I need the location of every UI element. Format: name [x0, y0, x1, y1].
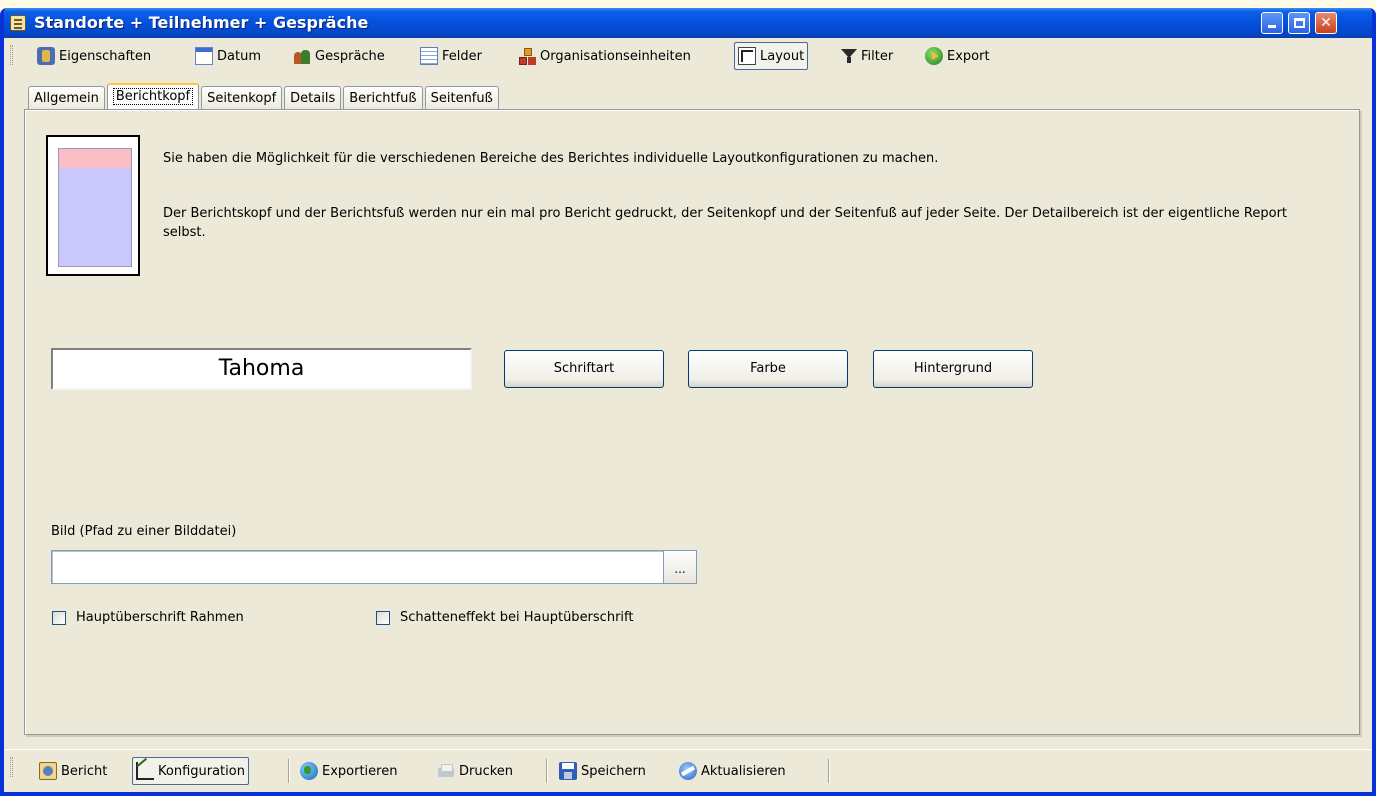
image-path-input[interactable]	[51, 550, 664, 584]
printer-icon	[437, 762, 455, 780]
toolbar-grip[interactable]	[10, 45, 13, 65]
toolbar-item-label: Export	[947, 48, 990, 64]
browse-button[interactable]: ...	[663, 550, 697, 584]
tab-details[interactable]: Details	[284, 86, 342, 110]
toolbar-item-label: Filter	[861, 48, 894, 64]
toolbar-item-label: Felder	[442, 48, 482, 64]
close-icon: ✕	[1320, 15, 1332, 31]
refresh-button[interactable]: Aktualisieren	[676, 757, 789, 785]
toolbar-item-label: Layout	[760, 48, 805, 64]
print-button[interactable]: Drucken	[434, 757, 516, 785]
tab-panel-berichtkopf: Sie haben die Möglichkeit für die versch…	[24, 109, 1360, 735]
font-preview: Tahoma	[51, 348, 472, 390]
toolbar-grip[interactable]	[10, 757, 13, 777]
bottom-item-label: Speichern	[581, 763, 646, 779]
checkbox-label: Hauptüberschrift Rahmen	[76, 610, 244, 625]
page-layout-preview-icon	[46, 135, 140, 276]
app-window: Standorte + Teilnehmer + Gespräche ✕ Eig…	[0, 8, 1376, 796]
bottom-item-label: Aktualisieren	[701, 763, 786, 779]
save-button[interactable]: Speichern	[556, 757, 649, 785]
maximize-icon	[1293, 18, 1305, 28]
tab-label: Berichtfuß	[349, 91, 417, 106]
toolbar-fields-button[interactable]: Felder	[417, 42, 485, 70]
tab-label: Berichtkopf	[112, 88, 194, 105]
toolbar-conversations-button[interactable]: Gespräche	[290, 42, 388, 70]
window-title: Standorte + Teilnehmer + Gespräche	[34, 13, 369, 32]
checkbox-box[interactable]	[52, 610, 66, 625]
org-units-icon	[518, 47, 536, 65]
configuration-button[interactable]: Konfiguration	[132, 757, 249, 785]
tab-label: Details	[290, 91, 336, 106]
toolbar-separator	[546, 759, 547, 783]
info-text-1: Sie haben die Möglichkeit für die versch…	[163, 151, 939, 166]
toolbar-separator	[288, 759, 289, 783]
checkbox-label: Schatteneffekt bei Hauptüberschrift	[400, 610, 634, 625]
toolbar-item-label: Datum	[217, 48, 261, 64]
tab-seitenfuss[interactable]: Seitenfuß	[424, 86, 499, 110]
background-button[interactable]: Hintergrund	[873, 350, 1033, 388]
tab-berichtfuss[interactable]: Berichtfuß	[343, 86, 423, 110]
main-heading-shadow-checkbox[interactable]: Schatteneffekt bei Hauptüberschrift	[376, 610, 633, 625]
tab-seitenkopf[interactable]: Seitenkopf	[201, 86, 283, 110]
bottom-toolbar: Bericht Konfiguration Exportieren Drucke…	[4, 749, 1372, 791]
export-icon	[925, 47, 943, 65]
font-button[interactable]: Schriftart	[504, 350, 664, 388]
image-path-label: Bild (Pfad zu einer Bilddatei)	[51, 524, 237, 539]
tab-allgemein[interactable]: Allgemein	[28, 86, 105, 110]
layout-icon	[738, 47, 756, 65]
minimize-icon	[1268, 25, 1276, 28]
report-book-icon	[10, 15, 26, 31]
configuration-icon	[136, 762, 154, 780]
save-icon	[559, 762, 577, 780]
report-icon	[39, 762, 57, 780]
tab-label: Seitenkopf	[207, 91, 277, 106]
report-header-preview	[58, 148, 132, 168]
bottom-item-label: Exportieren	[322, 763, 398, 779]
export-button[interactable]: Exportieren	[297, 757, 400, 785]
tab-strip: Allgemein Berichtkopf Seitenkopf Details…	[28, 83, 501, 110]
checkbox-box[interactable]	[376, 610, 390, 625]
tab-label: Seitenfuß	[430, 91, 493, 106]
bottom-item-label: Konfiguration	[158, 763, 245, 779]
bottom-item-label: Drucken	[459, 763, 514, 779]
toolbar-properties-button[interactable]: Eigenschaften	[34, 42, 154, 70]
report-button[interactable]: Bericht	[36, 757, 110, 785]
color-button[interactable]: Farbe	[688, 350, 848, 388]
globe-icon	[300, 762, 318, 780]
refresh-icon	[679, 762, 697, 780]
tab-label: Allgemein	[34, 91, 99, 106]
calendar-icon	[195, 47, 213, 65]
toolbar-layout-button[interactable]: Layout	[734, 42, 809, 70]
toolbar-filter-button[interactable]: Filter	[838, 42, 896, 70]
title-bar[interactable]: Standorte + Teilnehmer + Gespräche ✕	[4, 8, 1372, 38]
tab-berichtkopf[interactable]: Berichtkopf	[106, 83, 200, 110]
toolbar-item-label: Eigenschaften	[59, 48, 152, 64]
maximize-button[interactable]	[1288, 12, 1310, 34]
info-text-2: Der Berichtskopf und der Berichtsfuß wer…	[163, 206, 1288, 240]
bottom-item-label: Bericht	[61, 763, 108, 779]
report-body-preview	[58, 168, 132, 267]
toolbar-item-label: Organisationseinheiten	[540, 48, 691, 64]
main-heading-frame-checkbox[interactable]: Hauptüberschrift Rahmen	[52, 610, 244, 625]
people-icon	[293, 47, 311, 65]
filter-icon	[841, 48, 857, 64]
toolbar-separator	[828, 759, 829, 783]
properties-icon	[37, 47, 55, 65]
main-toolbar: Eigenschaften Datum Gespräche Felder Org…	[4, 38, 1372, 74]
toolbar-org-units-button[interactable]: Organisationseinheiten	[515, 42, 694, 70]
minimize-button[interactable]	[1261, 12, 1283, 34]
fields-icon	[420, 47, 438, 65]
close-button[interactable]: ✕	[1315, 12, 1337, 34]
toolbar-item-label: Gespräche	[315, 48, 385, 64]
toolbar-date-button[interactable]: Datum	[192, 42, 264, 70]
toolbar-export-button[interactable]: Export	[922, 42, 993, 70]
